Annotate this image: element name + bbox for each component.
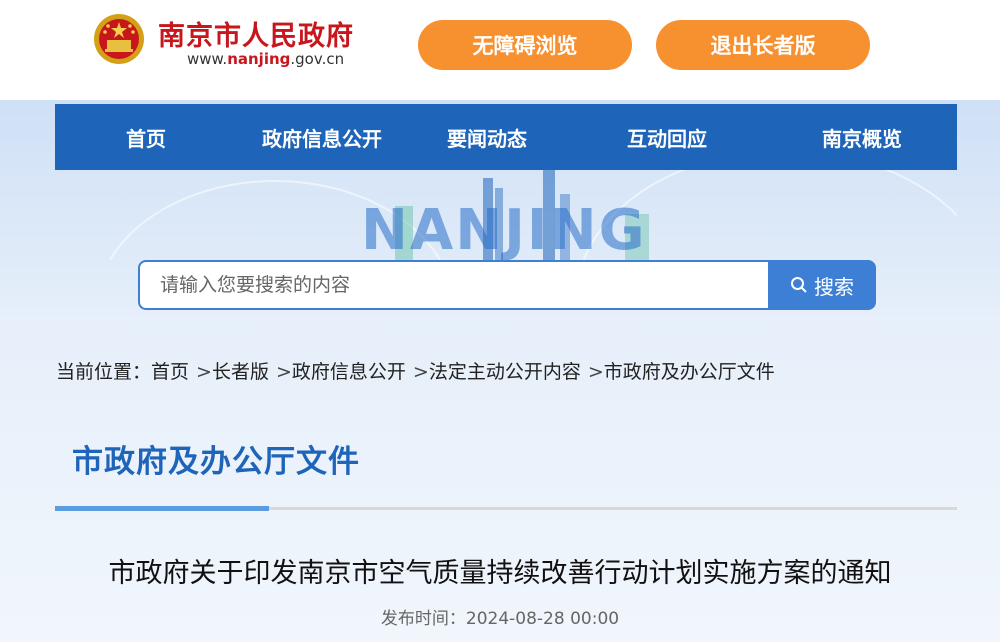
site-url-brand: nanjing bbox=[227, 50, 291, 68]
publish-time: 发布时间：2024-08-28 00:00 bbox=[0, 604, 1000, 629]
breadcrumb-elder-edition[interactable]: 长者版 bbox=[212, 361, 269, 383]
nav-item-home[interactable]: 首页 bbox=[55, 104, 237, 170]
exit-elder-mode-button[interactable]: 退出长者版 bbox=[656, 20, 870, 70]
search-button[interactable]: 搜索 bbox=[768, 260, 876, 310]
publish-time-value: 2024-08-28 00:00 bbox=[465, 609, 620, 629]
article-title: 市政府关于印发南京市空气质量持续改善行动计划实施方案的通知 bbox=[108, 558, 892, 589]
breadcrumb-separator: > bbox=[196, 361, 212, 383]
publish-time-label: 发布时间： bbox=[380, 609, 466, 629]
nav-item-news[interactable]: 要闻动态 bbox=[407, 104, 567, 170]
section-title: 市政府及办公厅文件 bbox=[72, 444, 360, 480]
national-emblem-icon bbox=[94, 14, 144, 64]
nav-item-gov-info[interactable]: 政府信息公开 bbox=[237, 104, 407, 170]
breadcrumb-separator: > bbox=[412, 361, 429, 383]
nav-item-interaction[interactable]: 互动回应 bbox=[567, 104, 767, 170]
nav-item-overview[interactable]: 南京概览 bbox=[767, 104, 957, 170]
site-url: www.nanjing.gov.cn bbox=[187, 50, 344, 68]
site-header: 南京市人民政府 www.nanjing.gov.cn 无障碍浏览 退出长者版 bbox=[0, 0, 1000, 100]
breadcrumb-gov-info[interactable]: 政府信息公开 bbox=[292, 361, 406, 383]
site-url-suffix: .gov.cn bbox=[290, 50, 345, 68]
search-input[interactable] bbox=[140, 262, 768, 308]
breadcrumb-home[interactable]: 首页 bbox=[151, 361, 189, 383]
search-button-label: 搜索 bbox=[814, 274, 854, 299]
search-box bbox=[138, 260, 768, 310]
main-nav: 首页 政府信息公开 要闻动态 互动回应 南京概览 bbox=[55, 104, 957, 170]
search-icon bbox=[791, 277, 807, 293]
city-banner: NANJING bbox=[55, 170, 957, 260]
site-name[interactable]: 南京市人民政府 bbox=[158, 14, 354, 53]
breadcrumb-separator: > bbox=[587, 361, 604, 383]
breadcrumb: 当前位置：首页 >长者版 >政府信息公开 >法定主动公开内容 >市政府及办公厅文件 bbox=[56, 357, 775, 384]
banner-city-word: NANJING bbox=[361, 198, 647, 260]
accessibility-button[interactable]: 无障碍浏览 bbox=[418, 20, 632, 70]
breadcrumb-gov-documents[interactable]: 市政府及办公厅文件 bbox=[604, 361, 775, 383]
section-divider-accent bbox=[55, 506, 269, 511]
breadcrumb-separator: > bbox=[275, 361, 292, 383]
breadcrumb-prefix: 当前位置： bbox=[56, 361, 152, 383]
site-url-prefix: www. bbox=[187, 50, 228, 68]
breadcrumb-statutory-disclosure[interactable]: 法定主动公开内容 bbox=[429, 361, 581, 383]
